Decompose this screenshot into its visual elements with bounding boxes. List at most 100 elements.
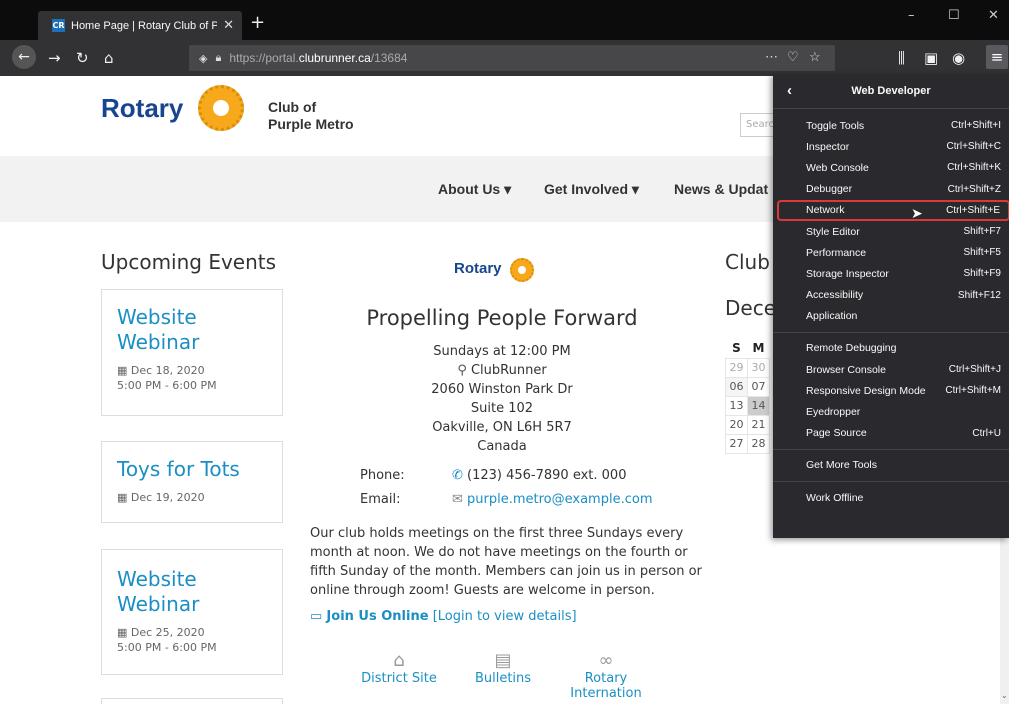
event-title[interactable]: Website Webinar bbox=[117, 305, 267, 355]
browser-tab[interactable]: CR Home Page | Rotary Club of Pu ✕ bbox=[38, 11, 242, 40]
district-site-link[interactable]: ⌂ District Site bbox=[349, 650, 449, 686]
address-line: Oakville, ON L6H 5R7 bbox=[432, 420, 572, 435]
maximize-button[interactable]: ☐ bbox=[948, 8, 960, 23]
tagline: Propelling People Forward bbox=[366, 306, 638, 330]
menu-title: Web Developer bbox=[851, 85, 931, 97]
link-label: District Site bbox=[361, 671, 437, 686]
menu-item-work-offline[interactable]: Work Offline bbox=[773, 487, 1009, 508]
menu-item-storage-inspector[interactable]: Storage Inspector Shift+F9 bbox=[773, 263, 1009, 284]
calendar-day[interactable]: 06 bbox=[725, 376, 748, 397]
calendar-day[interactable]: 21 bbox=[747, 414, 770, 435]
menu-item-label: Inspector bbox=[806, 140, 850, 153]
calendar-day[interactable]: 27 bbox=[725, 433, 748, 454]
menu-item-web-console[interactable]: Web Console Ctrl+Shift+K bbox=[773, 157, 1009, 178]
menu-item-shortcut: Ctrl+U bbox=[972, 427, 1001, 439]
menu-item-performance[interactable]: Performance Shift+F5 bbox=[773, 242, 1009, 263]
reload-icon[interactable]: ↻ bbox=[76, 49, 89, 67]
menu-separator bbox=[773, 481, 1009, 482]
close-window-button[interactable]: ✕ bbox=[988, 8, 999, 23]
menu-separator bbox=[773, 448, 1009, 450]
menu-item-shortcut: Shift+F9 bbox=[963, 268, 1001, 280]
url-path: /13684 bbox=[370, 51, 408, 65]
menu-item-debugger[interactable]: Debugger Ctrl+Shift+Z bbox=[773, 179, 1009, 200]
event-card[interactable] bbox=[101, 698, 283, 704]
phone-value[interactable]: ✆ (123) 456-7890 ext. 000 bbox=[452, 468, 626, 483]
calendar-day[interactable]: 20 bbox=[725, 414, 748, 435]
back-icon[interactable]: ← bbox=[12, 45, 36, 69]
join-online[interactable]: ▭ Join Us Online [Login to view details] bbox=[310, 609, 577, 624]
join-label[interactable]: Join Us Online bbox=[326, 609, 428, 624]
menu-item-get-more-tools[interactable]: Get More Tools bbox=[773, 455, 1009, 476]
calendar-day[interactable]: 29 bbox=[725, 357, 748, 378]
event-card[interactable]: Website Webinar ▦ Dec 18, 2020 5:00 PM -… bbox=[101, 289, 283, 416]
event-card[interactable]: Website Webinar ▦ Dec 25, 2020 5:00 PM -… bbox=[101, 549, 283, 675]
scroll-down-icon[interactable]: ⌄ bbox=[1001, 691, 1008, 700]
meeting-time: Sundays at 12:00 PM bbox=[433, 344, 571, 359]
month-heading: Dece bbox=[725, 296, 777, 320]
calendar-day[interactable]: 28 bbox=[747, 433, 770, 454]
rotary-logo-text[interactable]: Rotary bbox=[101, 93, 183, 124]
menu-item-label: Remote Debugging bbox=[806, 342, 897, 355]
home-icon[interactable]: ⌂ bbox=[104, 49, 114, 67]
email-label: Email: bbox=[360, 492, 401, 507]
calendar-day[interactable]: 30 bbox=[747, 357, 770, 378]
club-info: Propelling People Forward Sundays at 12:… bbox=[306, 306, 698, 456]
lock-icon[interactable]: 🔒︎ bbox=[215, 52, 221, 65]
club-name[interactable]: Club of Purple Metro bbox=[268, 99, 354, 133]
email-link[interactable]: ✉ purple.metro@example.com bbox=[452, 492, 652, 507]
event-title[interactable]: Website Webinar bbox=[117, 567, 267, 617]
menu-item-toggle-tools[interactable]: Toggle Tools Ctrl+Shift+I bbox=[773, 115, 1009, 136]
event-card[interactable]: Toys for Tots ▦ Dec 19, 2020 bbox=[101, 441, 283, 523]
menu-item-shortcut: Ctrl+Shift+C bbox=[946, 141, 1001, 153]
country: Canada bbox=[477, 439, 527, 454]
menu-news-updates[interactable]: News & Updat bbox=[674, 181, 768, 197]
event-date: Dec 19, 2020 bbox=[130, 491, 205, 504]
menu-item-responsive-design-mode[interactable]: Responsive Design Mode Ctrl+Shift+M bbox=[773, 380, 1009, 401]
new-tab-button[interactable]: + bbox=[250, 12, 265, 33]
menu-item-eyedropper[interactable]: Eyedropper bbox=[773, 401, 1009, 422]
pocket-icon[interactable]: ♡ bbox=[787, 49, 799, 65]
menu-item-browser-console[interactable]: Browser Console Ctrl+Shift+J bbox=[773, 359, 1009, 380]
library-icon[interactable]: ⫼ bbox=[898, 49, 905, 67]
menu-item-page-source[interactable]: Page Source Ctrl+U bbox=[773, 423, 1009, 444]
event-title[interactable]: Toys for Tots bbox=[117, 457, 267, 482]
calendar-icon: ▦ bbox=[117, 626, 131, 639]
event-date: Dec 25, 2020 bbox=[130, 626, 205, 639]
page-actions-icon[interactable]: ⋯ bbox=[765, 49, 778, 65]
close-tab-icon[interactable]: ✕ bbox=[223, 18, 234, 33]
email-address: purple.metro@example.com bbox=[467, 492, 653, 507]
tab-title: Home Page | Rotary Club of Pu bbox=[71, 19, 218, 32]
menu-item-application[interactable]: Application bbox=[773, 306, 1009, 327]
menu-item-remote-debugging[interactable]: Remote Debugging bbox=[773, 338, 1009, 359]
rotary-international-link[interactable]: ∞ Rotary Internation bbox=[556, 650, 656, 701]
minimize-button[interactable]: – bbox=[908, 8, 915, 23]
account-icon[interactable]: ◉ bbox=[952, 49, 965, 67]
menu-get-involved[interactable]: Get Involved ▾ bbox=[544, 181, 639, 198]
bookmark-star-icon[interactable]: ☆ bbox=[809, 49, 821, 65]
menu-item-inspector[interactable]: Inspector Ctrl+Shift+C bbox=[773, 136, 1009, 157]
forward-icon[interactable]: → bbox=[48, 49, 61, 67]
menu-item-label: Page Source bbox=[806, 427, 867, 440]
calendar-day[interactable]: 07 bbox=[747, 376, 770, 397]
event-meta: ▦ Dec 18, 2020 5:00 PM - 6:00 PM bbox=[117, 363, 267, 393]
menu-item-style-editor[interactable]: Style Editor Shift+F7 bbox=[773, 221, 1009, 242]
shield-icon[interactable]: ◈ bbox=[199, 52, 207, 65]
url-bar[interactable]: ◈ 🔒︎ https://portal. clubrunner.ca/13684 … bbox=[189, 45, 835, 71]
calendar-day-today[interactable]: 14 bbox=[747, 395, 770, 416]
back-arrow-icon[interactable]: ‹ bbox=[787, 82, 792, 99]
menu-item-accessibility[interactable]: Accessibility Shift+F12 bbox=[773, 285, 1009, 306]
menu-item-network[interactable]: Network Ctrl+Shift+E bbox=[777, 199, 1009, 221]
calendar-day[interactable]: 13 bbox=[725, 395, 748, 416]
sidebar-icon[interactable]: ▣ bbox=[924, 49, 938, 67]
menu-item-label: Get More Tools bbox=[806, 459, 878, 472]
bulletins-link[interactable]: ▤ Bulletins bbox=[453, 650, 553, 686]
web-developer-menu: ‹ Web Developer Toggle Tools Ctrl+Shift+I… bbox=[773, 74, 1009, 538]
menu-item-shortcut: Ctrl+Shift+Z bbox=[947, 183, 1001, 195]
venue-name: ClubRunner bbox=[470, 363, 547, 378]
phone-label: Phone: bbox=[360, 468, 405, 483]
menu-separator bbox=[773, 331, 1009, 333]
hamburger-menu-icon[interactable]: ≡ bbox=[986, 45, 1008, 69]
menu-about-us[interactable]: About Us ▾ bbox=[438, 181, 511, 198]
menu-item-label: Web Console bbox=[806, 161, 869, 174]
join-login-link[interactable]: [Login to view details] bbox=[433, 609, 577, 624]
